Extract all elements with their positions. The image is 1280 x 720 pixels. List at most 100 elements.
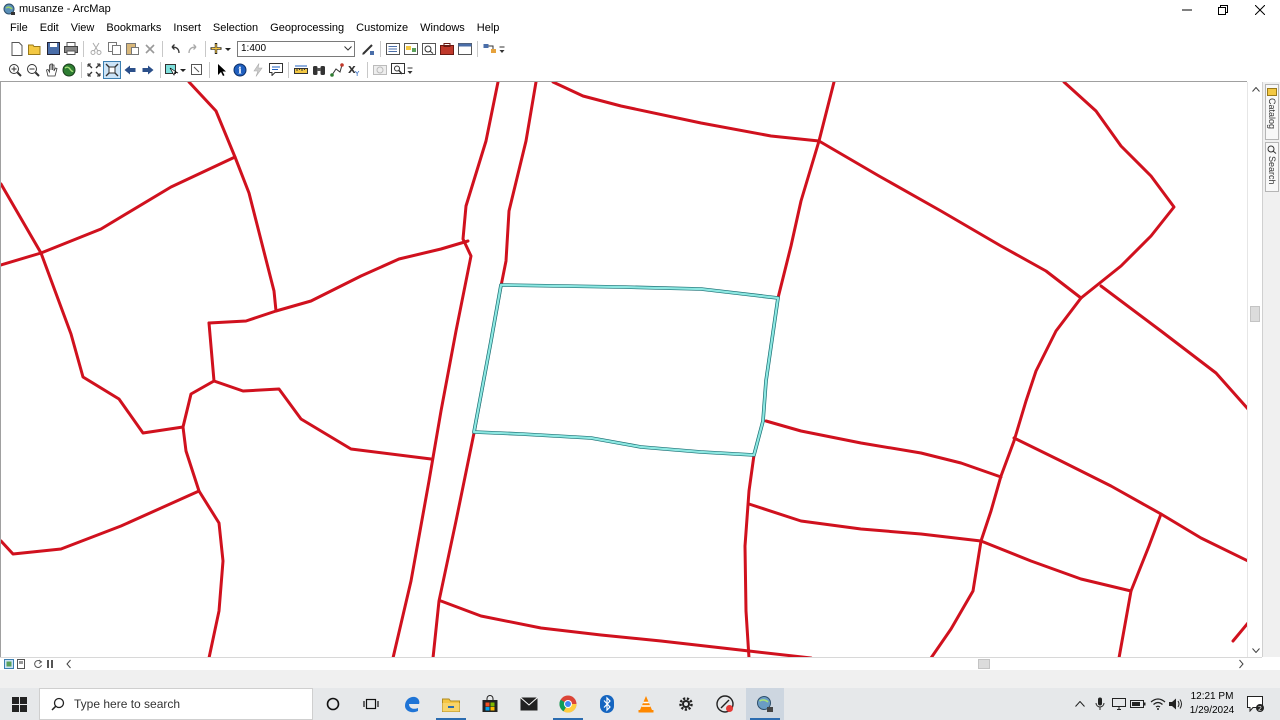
measure-button[interactable] <box>292 61 310 79</box>
create-viewer-window-button[interactable] <box>389 61 407 79</box>
zoom-in-button[interactable] <box>6 61 24 79</box>
pause-drawing-icon[interactable] <box>45 659 55 669</box>
tray-microphone[interactable] <box>1091 688 1109 720</box>
taskbar-search-box[interactable]: Type here to search <box>39 688 313 720</box>
menu-selection[interactable]: Selection <box>207 19 264 38</box>
map-vertical-scrollbar[interactable] <box>1247 82 1262 657</box>
data-view-icon[interactable] <box>4 659 14 669</box>
taskbar-store[interactable] <box>471 688 509 720</box>
taskbar-file-explorer[interactable] <box>432 688 470 720</box>
menu-geoprocessing[interactable]: Geoprocessing <box>264 19 350 38</box>
select-features-button[interactable] <box>164 61 188 79</box>
layout-view-icon[interactable] <box>16 659 26 669</box>
arctoolbox-button[interactable] <box>438 40 456 58</box>
cortana-button[interactable] <box>314 688 352 720</box>
scroll-right-arrow-icon[interactable] <box>1236 659 1246 669</box>
find-route-button[interactable] <box>328 61 346 79</box>
map-canvas[interactable] <box>1 82 1247 657</box>
refresh-icon[interactable] <box>33 659 43 669</box>
parcel-boundary <box>743 453 756 657</box>
maximize-button[interactable] <box>1205 0 1241 19</box>
taskbar-screen-recorder[interactable] <box>706 688 744 720</box>
taskbar-bluetooth[interactable] <box>588 688 626 720</box>
minimize-button[interactable] <box>1169 0 1205 19</box>
hyperlink-button[interactable] <box>249 61 267 79</box>
identify-button[interactable]: i <box>231 61 249 79</box>
taskbar-vlc[interactable] <box>627 688 665 720</box>
show-hidden-icons-button[interactable] <box>1072 688 1088 720</box>
menu-view[interactable]: View <box>65 19 101 38</box>
scroll-up-arrow-icon[interactable] <box>1248 82 1263 96</box>
catalog-tab[interactable]: Catalog <box>1265 84 1279 140</box>
menu-file[interactable]: File <box>4 19 34 38</box>
map-display[interactable] <box>0 81 1247 657</box>
scroll-left-arrow-icon[interactable] <box>64 659 74 669</box>
tray-wifi[interactable] <box>1149 688 1167 720</box>
clear-selection-button[interactable] <box>188 61 206 79</box>
start-button[interactable] <box>0 688 38 720</box>
cut-button[interactable] <box>87 40 105 58</box>
time-slider-button[interactable] <box>371 61 389 79</box>
go-to-xy-button[interactable]: XY <box>346 61 364 79</box>
html-popup-icon <box>269 63 283 76</box>
python-window-button[interactable] <box>456 40 474 58</box>
delete-icon <box>145 43 155 54</box>
menu-insert[interactable]: Insert <box>167 19 207 38</box>
tray-battery[interactable] <box>1129 688 1147 720</box>
fixed-zoom-out-button[interactable] <box>103 60 121 79</box>
task-view-button[interactable] <box>352 688 390 720</box>
pan-button[interactable] <box>42 61 60 79</box>
find-button[interactable] <box>310 61 328 79</box>
taskbar-edge[interactable] <box>393 688 431 720</box>
fixed-zoom-in-button[interactable] <box>85 61 103 79</box>
menu-bookmarks[interactable]: Bookmarks <box>100 19 167 38</box>
scroll-down-arrow-icon[interactable] <box>1248 643 1263 657</box>
new-map-button[interactable] <box>8 40 26 58</box>
chevron-down-icon[interactable] <box>342 42 354 56</box>
close-button[interactable] <box>1242 0 1278 19</box>
zoom-out-button[interactable] <box>24 61 42 79</box>
go-back-extent-button[interactable] <box>121 61 139 79</box>
selected-parcel[interactable] <box>472 283 780 457</box>
tray-display[interactable] <box>1110 688 1128 720</box>
taskbar-chrome[interactable] <box>549 688 587 720</box>
toolbar-overflow-icon[interactable] <box>407 64 413 76</box>
full-extent-button[interactable] <box>60 61 78 79</box>
catalog-window-button[interactable] <box>402 40 420 58</box>
taskbar-settings[interactable] <box>667 688 705 720</box>
menu-windows[interactable]: Windows <box>414 19 471 38</box>
taskbar-mail[interactable] <box>510 688 548 720</box>
select-elements-button[interactable] <box>213 61 231 79</box>
paste-button[interactable] <box>123 40 141 58</box>
parcel-boundary <box>817 139 1083 300</box>
tray-volume[interactable] <box>1167 688 1185 720</box>
print-button[interactable] <box>62 40 80 58</box>
delete-button[interactable] <box>141 40 159 58</box>
modelbuilder-button[interactable] <box>481 40 499 58</box>
map-scale-combo[interactable]: 1:400 <box>237 40 355 57</box>
vertical-scroll-thumb[interactable] <box>1250 306 1260 322</box>
menu-help[interactable]: Help <box>471 19 506 38</box>
taskbar-clock[interactable]: 12:21 PM 1/29/2024 <box>1184 690 1240 718</box>
horizontal-scroll-thumb[interactable] <box>978 659 990 669</box>
taskbar-arcmap[interactable] <box>746 688 784 720</box>
menu-edit[interactable]: Edit <box>34 19 65 38</box>
table-of-contents-button[interactable] <box>384 40 402 58</box>
parcel-boundary <box>551 82 821 143</box>
menu-customize[interactable]: Customize <box>350 19 414 38</box>
add-data-button[interactable] <box>209 40 233 58</box>
editor-toolbar-button[interactable] <box>359 40 377 58</box>
html-popup-button[interactable] <box>267 61 285 79</box>
search-window-button[interactable] <box>420 40 438 58</box>
open-button[interactable] <box>26 40 44 58</box>
toolbar-separator <box>162 40 163 57</box>
save-button[interactable] <box>44 40 62 58</box>
toolbar-overflow-icon[interactable] <box>499 43 505 55</box>
search-tab[interactable]: Search <box>1265 142 1279 192</box>
copy-button[interactable] <box>105 40 123 58</box>
redo-button[interactable] <box>184 40 202 58</box>
map-scale-value[interactable]: 1:400 <box>238 43 342 54</box>
action-center-button[interactable]: 2 <box>1244 688 1268 720</box>
undo-button[interactable] <box>166 40 184 58</box>
go-forward-extent-button[interactable] <box>139 61 157 79</box>
